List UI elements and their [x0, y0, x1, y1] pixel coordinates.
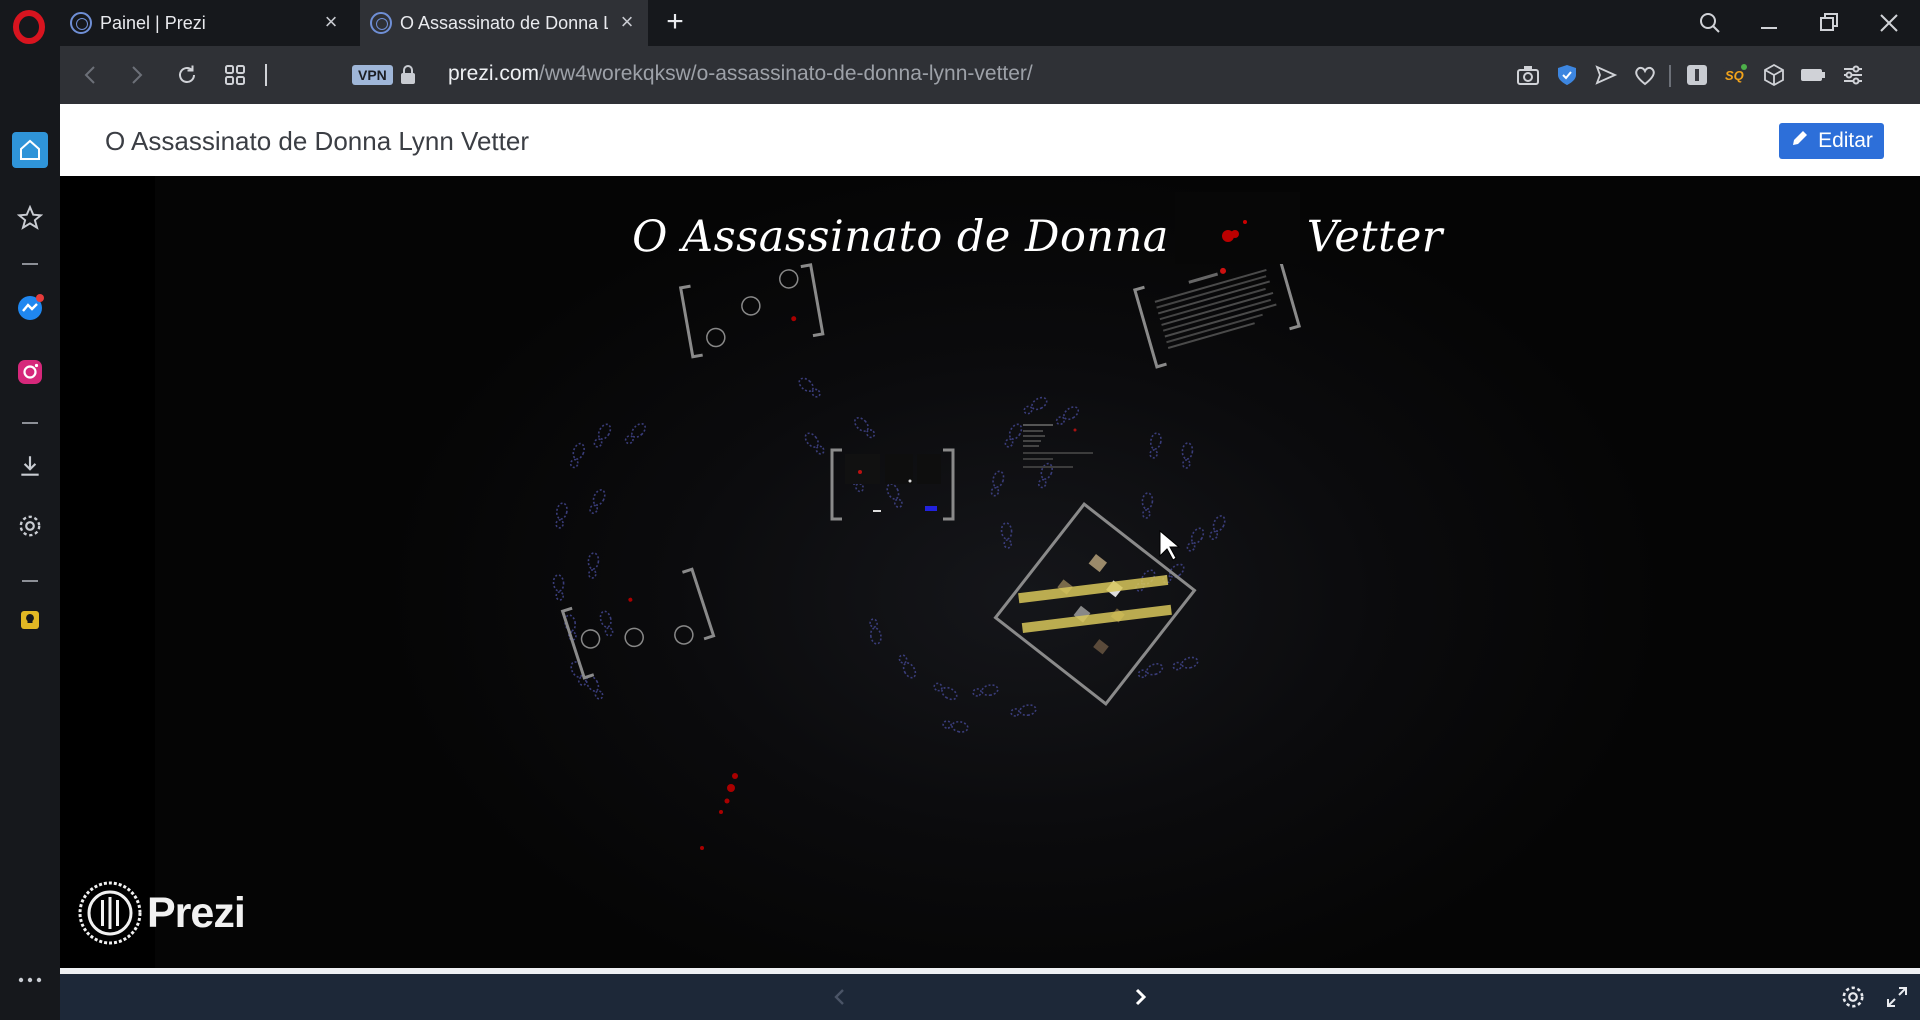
prezi-favicon-icon: [370, 12, 392, 34]
bookmarks-icon[interactable]: [12, 200, 48, 236]
more-icon[interactable]: [12, 962, 48, 998]
tab-painel[interactable]: Painel | Prezi ×: [60, 0, 352, 46]
sidebar-divider: [22, 422, 38, 424]
tab-title: Painel | Prezi: [100, 12, 206, 33]
mouse-cursor-icon: [1159, 529, 1181, 561]
prezi-logo-icon: [78, 881, 142, 945]
new-tab-button[interactable]: +: [660, 7, 690, 38]
speed-dial-icon[interactable]: [220, 60, 250, 90]
presentation-stage: O Assassinato de Donna Lynn Vetter Prezi: [60, 176, 1920, 968]
prezi-favicon-icon: [70, 12, 92, 34]
sidebar-divider: [22, 263, 38, 265]
svg-text:SQ: SQ: [1725, 68, 1744, 83]
prezi-logo-text: Prezi: [147, 888, 246, 937]
forward-icon[interactable]: [122, 60, 152, 90]
battery-saver-icon[interactable]: [1800, 62, 1826, 88]
cube-icon[interactable]: [1761, 62, 1787, 88]
adblock-shield-icon[interactable]: [1554, 62, 1580, 88]
previous-step-button[interactable]: [825, 982, 855, 1012]
page-title: O Assassinato de Donna Lynn Vetter: [105, 126, 529, 156]
restore-window-icon[interactable]: [1814, 8, 1844, 38]
prezi-logo: Prezi: [77, 880, 246, 946]
vpn-badge[interactable]: VPN: [352, 65, 393, 85]
frame-top-right-text: [1132, 247, 1302, 369]
edit-button[interactable]: Editar: [1779, 123, 1884, 159]
presentation-artwork: [552, 192, 1302, 850]
downloads-icon[interactable]: [12, 448, 48, 484]
extensions-divider: [1669, 65, 1671, 87]
settings-gear-icon[interactable]: [1838, 982, 1868, 1012]
url-field[interactable]: prezi.com/ww4worekqksw/o-assassinato-de-…: [448, 62, 1033, 86]
address-bar: VPN prezi.com/ww4worekqksw/o-assassinato…: [60, 46, 1920, 104]
edit-label: Editar: [1818, 129, 1873, 152]
snapshot-icon[interactable]: [1515, 62, 1541, 88]
presentation-canvas[interactable]: O Assassinato de Donna Lynn Vetter: [155, 176, 1920, 968]
prezi-header: O Assassinato de Donna Lynn Vetter Edita…: [60, 104, 1920, 176]
instagram-icon[interactable]: [12, 354, 48, 390]
home-icon[interactable]: [12, 132, 48, 168]
frame-top-left: [678, 263, 825, 359]
close-tab-icon[interactable]: ×: [320, 11, 342, 34]
fullscreen-icon[interactable]: [1882, 982, 1912, 1012]
blood-splatter: [700, 192, 1300, 850]
frame-bottom-left: [560, 567, 716, 680]
presentation-controls: [60, 974, 1920, 1020]
pencil-icon: [1790, 128, 1810, 154]
text-block-middle-right: [1023, 424, 1093, 468]
tab-presentation[interactable]: O Assassinato de Donna Lynn Vetter ×: [360, 0, 648, 46]
minimize-window-icon[interactable]: [1754, 8, 1784, 38]
close-tab-icon[interactable]: ×: [616, 11, 638, 34]
url-path: /ww4worekqksw/o-assassinato-de-donna-lyn…: [539, 62, 1033, 85]
tab-title: O Assassinato de Donna Lynn Vetter: [400, 12, 608, 33]
sidebar: [0, 46, 60, 1020]
address-divider: [265, 64, 267, 86]
tips-icon[interactable]: [12, 602, 48, 638]
easy-setup-icon[interactable]: [1840, 62, 1866, 88]
heart-icon[interactable]: [1632, 62, 1658, 88]
extension-sq-icon[interactable]: SQ: [1722, 62, 1748, 88]
tab-strip: Painel | Prezi × O Assassinato de Donna …: [0, 0, 1920, 46]
messenger-icon[interactable]: [12, 290, 48, 326]
close-window-icon[interactable]: [1874, 8, 1904, 38]
reload-icon[interactable]: [172, 60, 202, 90]
next-step-button[interactable]: [1125, 982, 1155, 1012]
back-icon[interactable]: [75, 60, 105, 90]
lock-icon[interactable]: [393, 60, 423, 90]
search-tabs-icon[interactable]: [1695, 8, 1725, 38]
settings-icon[interactable]: [12, 508, 48, 544]
frame-crime-scene: [993, 502, 1197, 706]
send-icon[interactable]: [1593, 62, 1619, 88]
extension-a-icon[interactable]: [1684, 62, 1710, 88]
url-host: prezi.com: [448, 62, 540, 85]
opera-menu-icon[interactable]: [12, 9, 48, 45]
sidebar-divider: [22, 580, 38, 582]
